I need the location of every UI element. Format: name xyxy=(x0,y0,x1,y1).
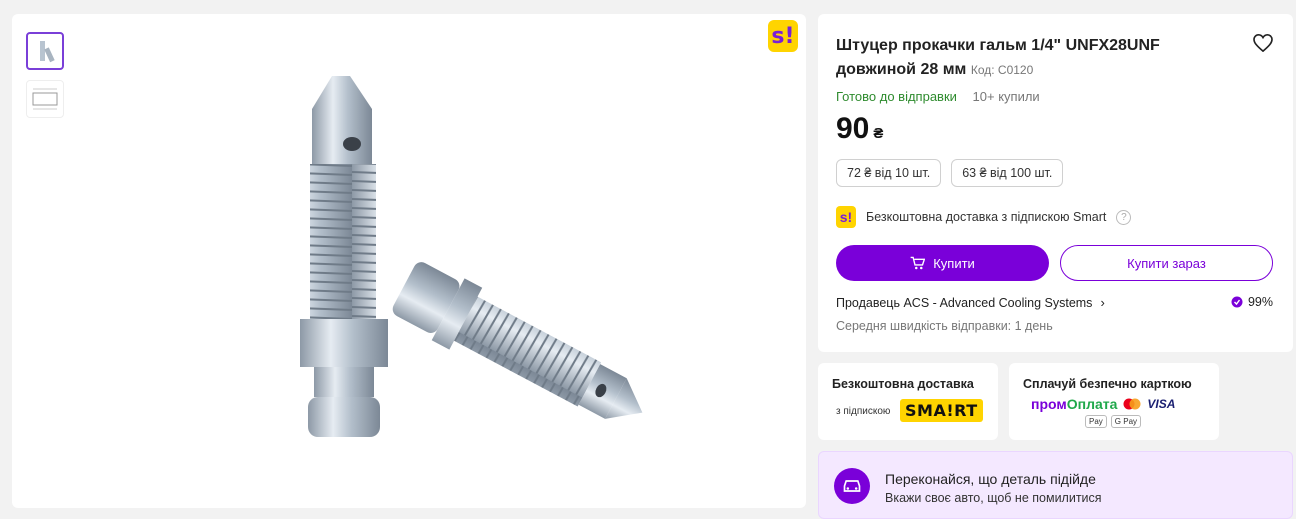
apple-pay-icon: Pay xyxy=(1085,415,1107,428)
price-value: 90 xyxy=(836,112,870,145)
smart-promo-title: Безкоштовна доставка xyxy=(832,377,974,391)
visa-logo: VISA xyxy=(1147,397,1176,411)
smart-badge: s! xyxy=(768,20,798,52)
price-currency: ₴ xyxy=(873,125,884,142)
product-code: Код: С0120 xyxy=(970,63,1034,77)
product-photo xyxy=(300,76,643,437)
buy-label: Купити xyxy=(933,255,975,271)
thumbnail-drawing[interactable] xyxy=(26,80,64,118)
seller-name: Продавець ACS - Advanced Cooling Systems xyxy=(836,295,1093,310)
secure-pay-title: Сплачуй безпечно карткою xyxy=(1023,377,1192,391)
bought-count: 10+ купили xyxy=(972,89,1040,104)
seller-link[interactable]: Продавець ACS - Advanced Cooling Systems… xyxy=(836,295,1105,310)
car-banner-subtitle: Вкажи своє авто, щоб не помилитися xyxy=(885,491,1102,505)
buy-button[interactable]: Купити xyxy=(836,245,1049,281)
availability-row: Готово до відправки 10+ купили xyxy=(836,89,1040,104)
rating-value: 99% xyxy=(1247,295,1273,309)
google-pay-icon: G Pay xyxy=(1110,415,1142,428)
shipping-speed: Середня швидкість відправки: 1 день xyxy=(836,319,1053,333)
rating-badge-icon xyxy=(1231,296,1243,308)
car-banner-title: Переконайся, що деталь підійде xyxy=(885,471,1096,487)
product-gallery: s! xyxy=(12,14,806,508)
chevron-right-icon: › xyxy=(1100,295,1105,310)
smart-delivery-text: Безкоштовна доставка з підпискою Smart xyxy=(866,210,1107,224)
smart-mini-icon: s! xyxy=(836,206,856,228)
smart-delivery-row: s! Безкоштовна доставка з підпискою Smar… xyxy=(836,206,1132,228)
seller-rating: 99% xyxy=(1231,295,1273,309)
mastercard-icon xyxy=(1123,398,1141,410)
car-icon xyxy=(834,468,870,504)
buy-now-button[interactable]: Купити зараз xyxy=(1060,245,1273,281)
product-title-block: Штуцер прокачки гальм 1/4" UNFX28UNF дов… xyxy=(836,34,1236,82)
product-info-card: Штуцер прокачки гальм 1/4" UNFX28UNF дов… xyxy=(818,14,1293,352)
ready-status: Готово до відправки xyxy=(836,89,957,104)
tier-10[interactable]: 72 ₴ від 10 шт. xyxy=(836,159,942,187)
cart-icon xyxy=(910,256,926,270)
drawing-thumbnail-icon xyxy=(32,88,58,110)
help-icon[interactable]: ? xyxy=(1116,209,1132,225)
wholesale-tiers: 72 ₴ від 10 шт. 63 ₴ від 100 шт. xyxy=(836,159,1064,187)
wallet-logos: Pay G Pay xyxy=(1085,415,1142,428)
smart-promo-card[interactable]: Безкоштовна доставка з підпискою SMA!RT xyxy=(818,363,998,440)
price: 90 ₴ xyxy=(836,112,883,146)
smart-logo: SMA!RT xyxy=(900,399,983,422)
smart-promo-sub: з підпискою xyxy=(836,406,891,417)
promoplata-logo: промОплата xyxy=(1031,396,1118,412)
favorite-heart-icon[interactable] xyxy=(1253,33,1273,57)
thumbnail-photo[interactable] xyxy=(26,32,64,70)
car-check-banner[interactable]: Переконайся, що деталь підійде Вкажи сво… xyxy=(818,451,1293,519)
tier-100[interactable]: 63 ₴ від 100 шт. xyxy=(951,159,1064,187)
bolt-thumbnail-icon xyxy=(40,41,55,63)
payment-logos: промОплата VISA xyxy=(1031,396,1175,412)
secure-pay-card[interactable]: Сплачуй безпечно карткою промОплата VISA… xyxy=(1009,363,1219,440)
